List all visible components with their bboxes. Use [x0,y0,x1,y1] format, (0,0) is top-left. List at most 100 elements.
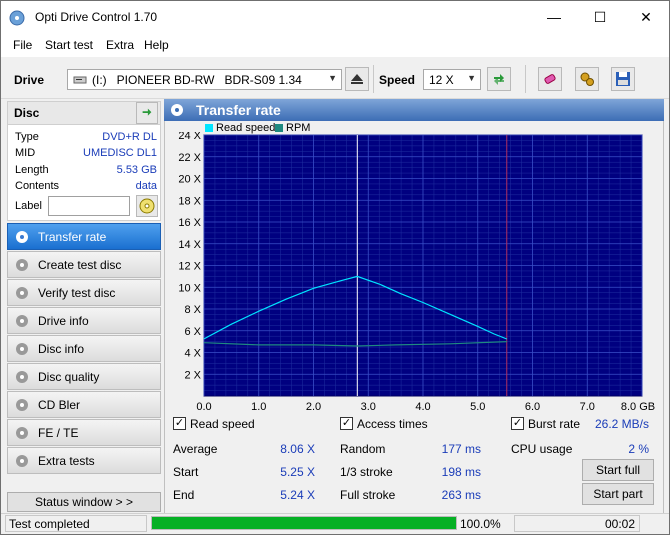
random-label: Random [340,442,386,456]
disc-icon [14,313,30,329]
minimize-button[interactable]: — [531,1,577,33]
full-stroke-label: Full stroke [340,488,396,502]
start-value: 5.25 X [280,465,315,479]
y-tick-label: 14 X [178,239,201,251]
close-button[interactable]: ✕ [623,1,669,33]
start-full-button[interactable]: Start full [582,459,654,481]
y-tick-label: 22 X [178,152,201,164]
burst-rate-value: 26.2 MB/s [594,417,649,431]
y-tick-label: 10 X [178,282,201,294]
start-label: Start [173,465,199,479]
maximize-button[interactable]: ☐ [577,1,623,33]
speed-value: 12 X [429,73,454,87]
disc-icon [14,285,30,301]
y-tick-label: 4 X [184,348,201,360]
transfer-rate-chart: 2 X 4 X 6 X 8 X 10 X 12 X 14 X 16 X 18 X 20 X 22 X… [178,132,655,413]
nav-label: Disc quality [38,369,100,384]
drive-value: (I:) PIONEER BD-RW BDR-S09 1.34 [92,72,302,87]
chevron-down-icon: ▼ [328,73,337,83]
disc-contents-key: Contents [15,180,60,192]
nav-label: Drive info [38,313,89,328]
panel-title: Transfer rate [196,102,281,118]
progress-bar [151,516,457,530]
disc-type-value: DVD+R DL [102,131,157,143]
nav-disc-quality[interactable]: Disc quality [7,363,161,390]
third-stroke-label: 1/3 stroke [340,465,393,479]
access-times-label: Access times [357,417,428,431]
y-tick-label: 18 X [178,195,201,207]
title-bar: Opti Drive Control 1.70 — ☐ ✕ [1,1,669,33]
x-tick-label: 8.0 GB [621,401,655,413]
x-tick-label: 6.0 [525,401,540,413]
x-tick-label: 4.0 [415,401,430,413]
eject-button[interactable] [345,67,369,91]
erase-button[interactable] [538,67,562,91]
refresh-disc-button[interactable] [136,102,158,124]
nav-verify-test-disc[interactable]: Verify test disc [7,279,161,306]
settings-button[interactable] [575,67,599,91]
cpu-usage-value: 2 % [628,442,649,456]
disc-mid-key: MID [15,147,36,159]
disc-icon [139,198,155,214]
refresh-arrows-icon [494,74,504,85]
x-tick-label: 2.0 [306,401,321,413]
menu-extra[interactable]: Extra [106,38,134,52]
toolbar-separator [373,65,374,93]
nav-fe-te[interactable]: FE / TE [7,419,161,446]
chevron-down-icon: ▼ [467,73,476,83]
nav-transfer-rate[interactable]: Transfer rate [7,223,161,250]
average-value: 8.06 X [280,442,315,456]
disc-mid-value: UMEDISC DL1 [83,147,157,159]
elapsed-time: 00:02 [514,515,640,532]
menu-start-test[interactable]: Start test [45,38,93,52]
drive-icon [73,76,87,84]
nav-label: Transfer rate [38,229,107,244]
x-tick-label: 5.0 [470,401,485,413]
x-tick-label: 1.0 [251,401,266,413]
refresh-arrows-icon [142,108,152,116]
nav-cd-bler[interactable]: CD Bler [7,391,161,418]
disc-label-key: Label [15,200,42,212]
window-title: Opti Drive Control 1.70 [35,10,158,24]
nav-label: Extra tests [38,453,95,468]
cpu-usage-label: CPU usage [511,442,573,456]
nav-drive-info[interactable]: Drive info [7,307,161,334]
speed-select[interactable]: 12 X ▼ [423,69,481,90]
y-tick-label: 8 X [184,304,201,316]
random-value: 177 ms [441,442,481,456]
disc-icon [14,369,30,385]
nav-create-test-disc[interactable]: Create test disc [7,251,161,278]
menu-file[interactable]: File [13,38,32,52]
progress-text: 100.0% [460,517,501,531]
menu-bar: File Start test Extra Help [1,33,669,57]
legend-swatch [205,124,213,132]
panel-header: Transfer rate [164,99,664,121]
disc-label-input[interactable] [48,196,130,216]
y-tick-label: 20 X [178,174,201,186]
nav-extra-tests[interactable]: Extra tests [7,447,161,474]
disc-contents-value: data [135,180,157,192]
disc-length-value: 5.53 GB [116,164,157,176]
third-stroke-value: 198 ms [441,465,481,479]
disc-icon [14,425,30,441]
y-tick-label: 6 X [184,326,201,338]
nav-label: FE / TE [38,425,79,440]
transfer-rate-icon [171,104,183,116]
access-times-checkbox[interactable]: ✓ [340,417,353,430]
status-window-button[interactable]: Status window > > [7,492,161,512]
read-speed-checkbox[interactable]: ✓ [173,417,186,430]
read-speed-label: Read speed [190,417,255,431]
drive-select[interactable]: (I:) PIONEER BD-RW BDR-S09 1.34 ▼ [67,69,342,90]
y-tick-label: 24 X [178,132,201,142]
menu-help[interactable]: Help [144,38,169,52]
disc-label-button[interactable] [136,195,158,217]
disc-header: Disc [7,101,161,125]
refresh-speed-button[interactable] [487,67,511,91]
nav-label: Create test disc [38,257,122,272]
average-label: Average [173,442,218,456]
burst-rate-checkbox[interactable]: ✓ [511,417,524,430]
save-button[interactable] [611,67,635,91]
end-label: End [173,488,195,502]
nav-disc-info[interactable]: Disc info [7,335,161,362]
start-part-button[interactable]: Start part [582,483,654,505]
